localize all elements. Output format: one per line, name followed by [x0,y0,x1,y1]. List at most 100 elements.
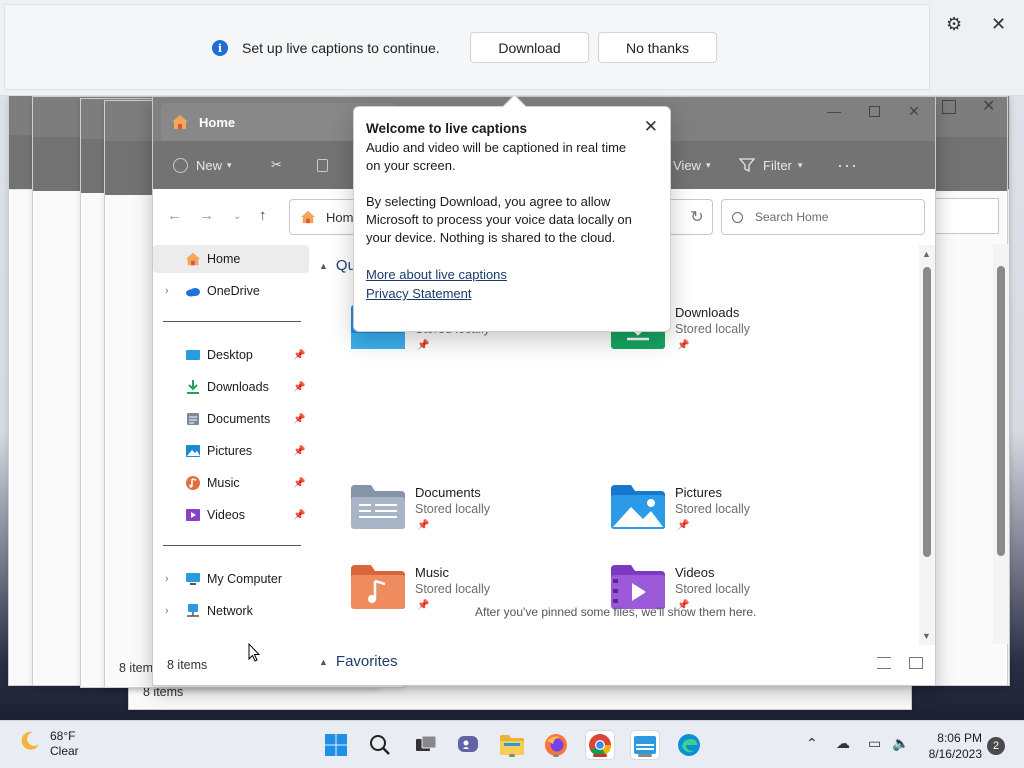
start-button[interactable] [322,731,350,759]
folder-documents[interactable]: Documents Stored locally 📌 [349,483,589,543]
scroll-down-icon[interactable]: ▼ [922,631,931,641]
sidebar-item-home[interactable]: Home [153,245,309,273]
pin-icon[interactable]: 📌 [417,340,429,351]
search-input[interactable]: Search Home [721,199,925,235]
forward-arrow-icon[interactable]: → [199,207,214,224]
sidebar-item-network[interactable]: › Network [153,597,309,625]
pin-icon[interactable]: 📌 [677,340,689,351]
maximize-icon[interactable] [942,100,956,114]
chevron-right-icon[interactable]: › [165,605,169,617]
popup-title: Welcome to live captions [366,121,528,136]
back-arrow-icon[interactable]: ← [167,207,182,224]
app-window-button[interactable] [631,731,659,759]
sidebar-item-documents[interactable]: Documents 📌 [153,405,309,433]
ghost-scrollbar[interactable] [993,244,1009,644]
quick-access-header[interactable]: ▲ Qu [319,257,356,274]
chevron-down-icon: ▾ [227,159,232,170]
pin-icon[interactable]: 📌 [293,350,305,361]
scroll-up-icon[interactable]: ▲ [922,249,931,259]
file-explorer-taskbar-button[interactable] [498,731,526,759]
ghost-searchbox[interactable] [934,198,999,234]
up-arrow-icon[interactable]: ↑ [259,207,267,224]
maximize-button[interactable] [853,97,895,125]
folder-icon [500,735,524,755]
document-icon [187,413,199,425]
new-button[interactable]: New ▾ [173,157,232,173]
recent-chevron-icon[interactable]: ⌄ [233,211,241,222]
desktop-icon [186,350,200,360]
close-button[interactable]: ✕ [893,97,935,125]
cloud-icon [186,288,200,297]
copy-button[interactable] [317,158,328,172]
scrollbar-thumb[interactable] [923,267,931,557]
sidebar-item-desktop[interactable]: Desktop 📌 [153,341,309,369]
pin-icon[interactable]: 📌 [293,382,305,393]
privacy-statement-link[interactable]: Privacy Statement [366,284,658,303]
sidebar-item-my-computer[interactable]: › My Computer [153,565,309,593]
pin-icon[interactable]: 📌 [417,520,429,531]
pin-icon[interactable]: 📌 [293,446,305,457]
chevron-right-icon[interactable]: › [165,285,169,297]
more-about-link[interactable]: More about live captions [366,265,658,284]
video-icon [186,509,200,521]
close-icon[interactable]: ✕ [991,14,1006,35]
taskbar: 68°F Clear ⌃ ☁ ▭ 🔈 8:06 PM 8/16/2023 2 [0,720,1024,768]
pin-icon[interactable]: 📌 [293,414,305,425]
speaker-icon[interactable]: 🔈 [892,735,909,752]
refresh-button[interactable]: ↻ [681,199,713,235]
weather-widget[interactable]: 68°F Clear [18,729,79,759]
pin-icon[interactable]: 📌 [677,520,689,531]
search-icon [732,211,743,223]
network-icon [187,604,199,617]
sidebar-item-music[interactable]: Music 📌 [153,469,309,497]
no-thanks-button[interactable]: No thanks [598,32,717,63]
vertical-scrollbar[interactable]: ▲ ▼ [919,245,935,645]
sidebar-item-downloads[interactable]: Downloads 📌 [153,373,309,401]
sidebar-item-pictures[interactable]: Pictures 📌 [153,437,309,465]
close-icon[interactable]: ✕ [982,96,995,116]
pin-icon[interactable]: 📌 [417,600,429,611]
popup-consent-text: By selecting Download, you agree to allo… [366,194,632,245]
chat-button[interactable] [455,731,483,759]
task-view-button[interactable] [412,731,440,759]
close-icon[interactable]: ✕ [644,117,658,137]
folder-pictures[interactable]: Pictures Stored locally 📌 [609,483,849,543]
download-button[interactable]: Download [470,32,589,63]
details-view-icon[interactable] [877,657,891,669]
sidebar-item-onedrive[interactable]: › OneDrive [153,277,309,305]
filter-button[interactable]: Filter ▾ [739,157,802,173]
pin-icon[interactable]: 📌 [293,510,305,521]
captions-message: Set up live captions to continue. [242,40,440,56]
minimize-button[interactable]: — [813,97,855,125]
cut-button[interactable]: ✂ [271,157,282,173]
notification-badge[interactable]: 2 [987,737,1005,755]
pictures-folder-icon [611,485,665,529]
cloud-offline-icon[interactable]: ☁ [836,735,850,752]
more-options-button[interactable]: ··· [837,155,858,176]
weather-condition: Clear [50,744,79,758]
home-icon [172,115,188,129]
pin-icon[interactable]: 📌 [293,478,305,489]
chat-icon [458,736,478,752]
chevron-right-icon[interactable]: › [165,573,169,585]
download-arrow-icon [187,380,199,394]
gear-icon[interactable]: ⚙ [946,14,962,35]
chrome-button[interactable] [586,731,614,759]
chevron-up-icon[interactable]: ⌃ [806,735,818,752]
scissors-icon: ✂ [271,157,282,172]
clock[interactable]: 8:06 PM 8/16/2023 [920,730,982,762]
firefox-button[interactable] [542,731,570,759]
status-text: 8 item [119,661,154,675]
copy-icon [317,158,328,172]
music-icon [186,476,200,490]
network-icon[interactable]: ▭ [868,735,881,752]
tab-title: Home [199,114,236,130]
search-button[interactable] [366,731,394,759]
edge-button[interactable] [675,731,703,759]
moon-icon [21,731,39,750]
divider [163,545,301,546]
sidebar-item-videos[interactable]: Videos 📌 [153,501,309,529]
clock-time: 8:06 PM [937,731,982,745]
tiles-view-icon[interactable] [909,657,923,669]
view-button[interactable]: View ▾ [673,158,710,173]
